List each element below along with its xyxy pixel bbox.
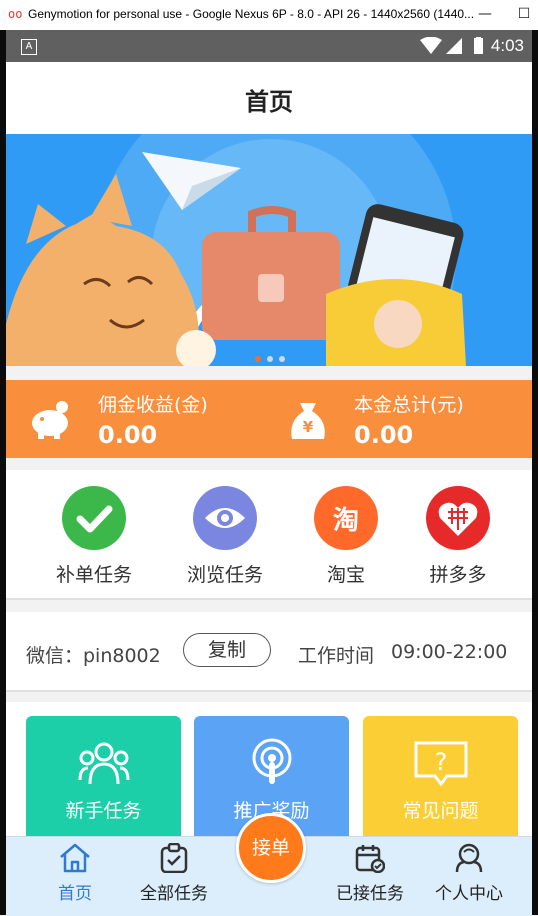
- banner-illustration: [6, 134, 466, 366]
- tile-label: 常见问题: [402, 800, 479, 822]
- pinduoduo-icon: [426, 486, 490, 550]
- tab-label: 个人中心: [435, 884, 503, 904]
- status-icons: [420, 37, 483, 54]
- page-title: 首页: [245, 88, 293, 116]
- minimize-button[interactable]: —: [475, 4, 495, 24]
- category-label: 拼多多: [429, 564, 487, 586]
- tile-label: 新手任务: [65, 800, 142, 822]
- tab-accepted-tasks[interactable]: 已接任务: [325, 843, 415, 904]
- window-title-bar: oo Genymotion for personal use - Google …: [0, 0, 538, 31]
- banner-carousel[interactable]: [6, 134, 532, 366]
- category-taobao[interactable]: 淘 淘宝: [291, 486, 401, 587]
- principal-value: 0.00: [354, 421, 414, 449]
- tab-label: 已接任务: [336, 884, 404, 904]
- window-title: Genymotion for personal use - Google Nex…: [28, 7, 475, 21]
- notification-icon: A: [21, 39, 37, 55]
- money-bag-icon: ¥: [291, 403, 325, 439]
- principal-label: 本金总计(元): [354, 394, 464, 416]
- broadcast-icon: [252, 738, 292, 784]
- principal-total: 本金总计(元) 0.00: [354, 390, 464, 449]
- taobao-icon: 淘: [314, 486, 378, 550]
- tab-label: 首页: [58, 884, 92, 904]
- battery-icon: [474, 38, 483, 54]
- signal-icon: [446, 38, 462, 54]
- tile-faq[interactable]: ? 常见问题: [363, 716, 518, 846]
- tab-label: 全部任务: [140, 884, 208, 904]
- commission-label: 佣金收益(金): [98, 394, 208, 416]
- piggy-bank-icon: [32, 401, 68, 439]
- app-header: 首页: [6, 62, 532, 134]
- tab-all-tasks[interactable]: 全部任务: [129, 842, 219, 904]
- work-hours-value: 09:00-22:00: [391, 641, 508, 663]
- genymotion-logo-icon: oo: [8, 7, 23, 21]
- category-replenish-task[interactable]: 补单任务: [39, 486, 149, 587]
- category-browse-task[interactable]: 浏览任务: [170, 486, 280, 587]
- accept-order-button[interactable]: 接单: [236, 813, 306, 883]
- maximize-button[interactable]: ☐: [514, 4, 534, 24]
- home-icon: [60, 843, 90, 873]
- work-hours-label: 工作时间: [298, 645, 375, 667]
- user-icon: [455, 843, 483, 873]
- svg-text:¥: ¥: [303, 418, 314, 436]
- commission-earnings: 佣金收益(金) 0.00: [98, 390, 208, 449]
- question-icon: ?: [414, 741, 468, 787]
- people-icon: [78, 742, 130, 785]
- commission-value: 0.00: [98, 421, 158, 449]
- status-clock: 4:03: [490, 36, 524, 55]
- calendar-check-icon: [355, 845, 386, 874]
- wifi-icon: [420, 37, 442, 54]
- eye-icon: [193, 486, 257, 550]
- carousel-dots: [255, 347, 291, 366]
- tab-home[interactable]: 首页: [30, 843, 120, 904]
- check-icon: [62, 486, 126, 550]
- carousel-dot[interactable]: [279, 356, 285, 362]
- contact-row: 微信：pin8002 复制 工作时间 09:00-22:00: [6, 612, 532, 692]
- clipboard-icon: [160, 842, 188, 874]
- wechat-id: 微信：pin8002: [26, 645, 161, 667]
- device-frame-right: [532, 30, 538, 915]
- tab-personal-center[interactable]: 个人中心: [424, 843, 514, 904]
- copy-button[interactable]: 复制: [183, 633, 271, 667]
- category-label: 淘宝: [326, 564, 365, 586]
- tile-newbie-task[interactable]: 新手任务: [26, 716, 181, 846]
- category-label: 补单任务: [55, 564, 132, 586]
- category-pinduoduo[interactable]: 拼多多: [403, 486, 513, 587]
- status-bar: A 4:03: [6, 30, 532, 62]
- svg-text:?: ?: [435, 748, 448, 776]
- category-shortcuts: 补单任务 浏览任务 淘 淘宝 拼多多: [6, 470, 532, 600]
- category-label: 浏览任务: [186, 564, 263, 586]
- carousel-dot[interactable]: [267, 356, 273, 362]
- earnings-summary: 佣金收益(金) 0.00 ¥ 本金总计(元) 0.00: [6, 380, 532, 458]
- carousel-dot[interactable]: [255, 356, 261, 362]
